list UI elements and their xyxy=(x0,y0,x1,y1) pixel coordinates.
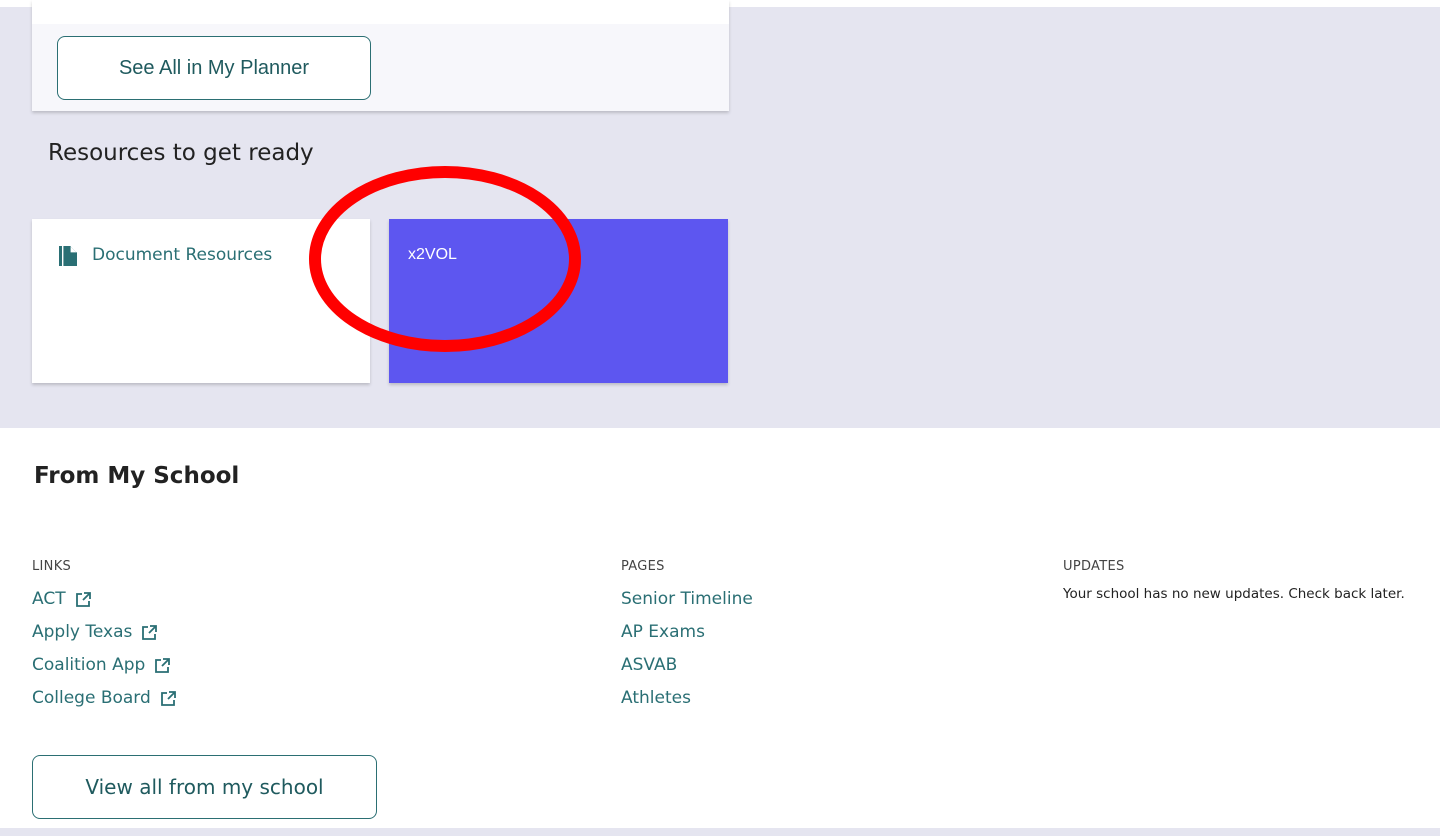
updates-message: Your school has no new updates. Check ba… xyxy=(1063,586,1405,602)
document-icon xyxy=(59,246,77,266)
x2vol-label: x2VOL xyxy=(408,246,457,263)
links-list: ACT Apply Texas Coalition App College Bo… xyxy=(32,583,177,715)
dashboard-top-section: See All in My Planner Resources to get r… xyxy=(0,0,1440,428)
list-item: College Board xyxy=(32,682,177,715)
page-senior-timeline[interactable]: Senior Timeline xyxy=(621,586,753,613)
list-item: Apply Texas xyxy=(32,616,177,649)
link-apply-texas[interactable]: Apply Texas xyxy=(32,619,158,646)
view-all-from-school-button[interactable]: View all from my school xyxy=(32,755,377,819)
page-athletes[interactable]: Athletes xyxy=(621,685,691,712)
list-item: ASVAB xyxy=(621,649,753,682)
x2vol-card[interactable]: x2VOL xyxy=(389,219,728,383)
list-item: Coalition App xyxy=(32,649,177,682)
external-link-icon xyxy=(160,691,176,706)
list-item: ACT xyxy=(32,583,177,616)
external-link-icon xyxy=(142,625,158,640)
pages-list: Senior Timeline AP Exams ASVAB Athletes xyxy=(621,583,753,715)
resources-section-title: Resources to get ready xyxy=(48,140,314,166)
link-label: College Board xyxy=(32,688,151,708)
see-all-planner-button[interactable]: See All in My Planner xyxy=(57,36,371,100)
external-link-icon xyxy=(75,592,91,607)
link-label: Apply Texas xyxy=(32,622,133,642)
planner-card-content xyxy=(32,0,729,24)
bottom-divider xyxy=(0,828,1440,836)
page-ap-exams[interactable]: AP Exams xyxy=(621,619,705,646)
link-coalition-app[interactable]: Coalition App xyxy=(32,652,171,679)
list-item: Athletes xyxy=(621,682,753,715)
external-link-icon xyxy=(155,658,171,673)
planner-card: See All in My Planner xyxy=(32,0,729,111)
from-my-school-title: From My School xyxy=(34,463,240,489)
link-act[interactable]: ACT xyxy=(32,586,92,613)
list-item: AP Exams xyxy=(621,616,753,649)
link-label: ACT xyxy=(32,589,66,609)
page-asvab[interactable]: ASVAB xyxy=(621,652,677,679)
document-resources-card[interactable]: Document Resources xyxy=(32,219,370,383)
link-college-board[interactable]: College Board xyxy=(32,685,177,712)
pages-heading: PAGES xyxy=(621,559,665,574)
updates-heading: UPDATES xyxy=(1063,559,1125,574)
document-resources-label: Document Resources xyxy=(92,245,273,265)
link-label: Coalition App xyxy=(32,655,146,675)
links-heading: LINKS xyxy=(32,559,72,574)
list-item: Senior Timeline xyxy=(621,583,753,616)
